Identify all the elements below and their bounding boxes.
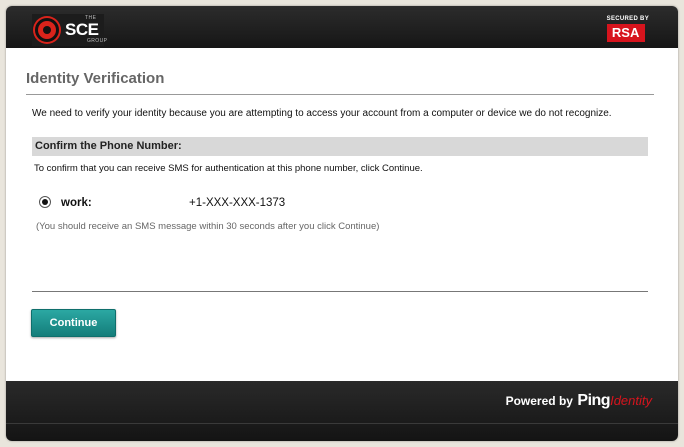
confirm-phone-section-header: Confirm the Phone Number: [32,137,648,156]
phone-radio-button[interactable] [39,196,51,208]
page-title: Identity Verification [26,70,165,87]
section-title: Confirm the Phone Number: [35,140,182,152]
powered-by-label: Powered by [505,394,573,408]
sce-logo-mark-icon [35,18,59,42]
verification-window: THE SCE GROUP SECURED BY RSA Identity Ve… [6,6,678,441]
intro-text: We need to verify your identity because … [32,108,612,119]
header-bar: THE SCE GROUP SECURED BY RSA [6,6,678,48]
continue-button[interactable]: Continue [31,309,116,337]
phone-number: +1-XXX-XXX-1373 [189,197,286,209]
footer-bar: Powered by PingIdentity [6,381,678,441]
powered-by-pingidentity: Powered by PingIdentity [506,392,652,410]
logo-group-text: GROUP [87,38,108,44]
sce-group-logo: THE SCE GROUP [32,14,108,46]
footer-divider [6,423,678,424]
logo-name-text: SCE [65,20,99,39]
form-divider [32,291,648,292]
identity-logo-text: Identity [610,393,652,408]
phone-type-label: work: [61,197,92,209]
secured-by-rsa: SECURED BY RSA [606,16,649,42]
title-divider [26,94,654,95]
secured-by-label: SECURED BY [606,16,649,22]
sms-note: (You should receive an SMS message withi… [36,221,380,232]
ping-logo-text: Ping [577,392,611,409]
section-description: To confirm that you can receive SMS for … [34,163,423,174]
rsa-logo: RSA [606,24,645,42]
